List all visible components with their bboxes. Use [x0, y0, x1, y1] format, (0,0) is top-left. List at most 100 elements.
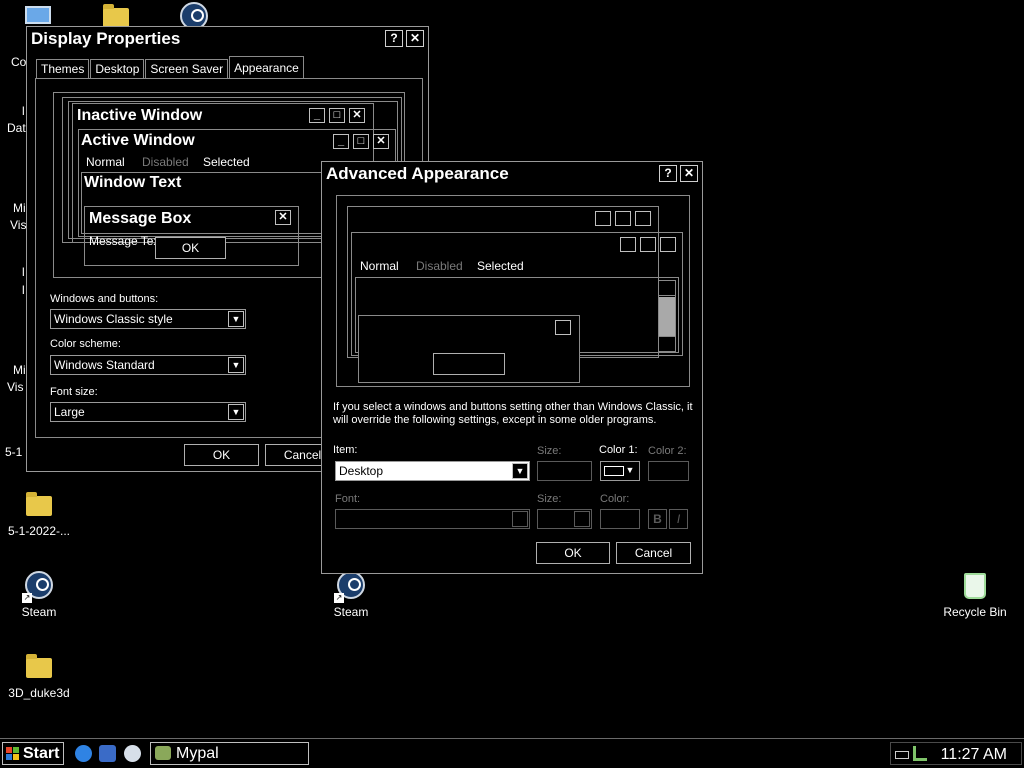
desktop-label-partial: 5-1	[5, 445, 23, 459]
scroll-thumb[interactable]	[659, 297, 675, 337]
close-button[interactable]: ✕	[406, 30, 424, 47]
tab-themes[interactable]: Themes	[36, 59, 90, 78]
desktop-label-partial: Mi	[13, 201, 26, 215]
close-icon: ✕	[349, 108, 365, 123]
help-button[interactable]: ?	[385, 30, 403, 47]
desktop-icon-steam-2[interactable]: ↗ Steam	[313, 571, 389, 619]
chevron-down-icon: ▼	[228, 311, 244, 327]
media-player-icon[interactable]	[99, 745, 116, 762]
size-label: Size:	[537, 445, 562, 457]
keyboard-icon[interactable]	[895, 751, 909, 759]
help-button[interactable]: ?	[659, 165, 677, 182]
message-text: Message Text	[89, 234, 163, 248]
menu-selected: Selected	[477, 259, 524, 273]
windows-buttons-label: Windows and buttons:	[50, 293, 159, 305]
window-titlebar[interactable]: Display Properties ? ✕	[27, 27, 428, 51]
minimize-icon: _	[309, 108, 325, 123]
size-spinner[interactable]	[537, 461, 592, 481]
font-size-value: Large	[54, 405, 85, 419]
color-scheme-value: Windows Standard	[54, 358, 155, 372]
font-size-label: Font size:	[50, 386, 98, 398]
desktop-label-partial: Dat	[7, 121, 26, 135]
maximize-icon: □	[329, 108, 345, 123]
color1-picker[interactable]: ▼	[600, 461, 640, 481]
color2-label: Color 2:	[648, 445, 687, 457]
tab-bar: Themes Desktop Screen Saver Appearance	[36, 56, 305, 78]
font-size-select[interactable]	[537, 509, 592, 529]
advanced-preview: Normal Disabled Selected	[336, 195, 690, 387]
media-icon[interactable]	[124, 745, 141, 762]
tab-desktop[interactable]: Desktop	[90, 59, 145, 78]
desktop-label-partial: l	[22, 265, 25, 279]
desktop-icon-label: Steam	[21, 605, 57, 619]
desktop-icon-folder-2022[interactable]: 5-1-2022-...	[1, 490, 77, 538]
font-color-label: Color:	[600, 493, 630, 505]
active-window-title: Active Window	[81, 132, 195, 149]
preview-ok-button	[433, 353, 505, 375]
font-select[interactable]	[335, 509, 530, 529]
message-box-preview: Message Box ✕ Message Text OK	[84, 206, 299, 266]
scrollbar[interactable]	[658, 280, 676, 352]
menu-disabled: Disabled	[416, 259, 463, 273]
desktop-label-partial: Vis	[10, 218, 27, 232]
color-scheme-label: Color scheme:	[50, 338, 121, 350]
windows-buttons-select[interactable]: Windows Classic style ▼	[50, 309, 246, 329]
chevron-down-icon	[512, 511, 528, 527]
menu-disabled: Disabled	[142, 155, 189, 169]
ok-button[interactable]: OK	[184, 444, 259, 466]
tab-screen-saver[interactable]: Screen Saver	[145, 59, 229, 78]
scroll-up-arrow[interactable]	[659, 281, 675, 296]
window-title: Display Properties	[31, 29, 181, 48]
close-icon: ✕	[373, 134, 389, 149]
message-ok-button: OK	[155, 237, 226, 259]
chevron-down-icon	[574, 511, 590, 527]
desktop-label-partial: l	[22, 104, 25, 118]
cancel-button[interactable]: Cancel	[616, 542, 691, 564]
windows-buttons-value: Windows Classic style	[54, 312, 173, 326]
window-titlebar[interactable]: Advanced Appearance ? ✕	[322, 162, 702, 186]
close-icon	[635, 211, 651, 226]
desktop-icon-label: Recycle Bin	[943, 605, 1007, 619]
desktop-icon-duke3d[interactable]: 3D_duke3d	[1, 652, 77, 700]
desktop-label-partial: Vis	[7, 380, 24, 394]
folder-icon	[24, 490, 54, 520]
taskbar-button-mypal[interactable]: Mypal	[150, 742, 309, 765]
desktop-label-partial: Co	[11, 55, 27, 69]
item-label: Item:	[333, 444, 358, 456]
minimize-icon	[595, 211, 611, 226]
italic-button[interactable]: I	[669, 509, 688, 529]
desktop-icon-steam[interactable]: ↗ Steam	[1, 571, 77, 619]
desktop-label-partial: l	[22, 283, 25, 297]
maximize-icon: □	[353, 134, 369, 149]
desktop-label-partial: Mi	[13, 363, 26, 377]
font-color-picker[interactable]	[600, 509, 640, 529]
window-title: Advanced Appearance	[326, 164, 509, 183]
inactive-window-title: Inactive Window	[77, 107, 203, 124]
tab-appearance[interactable]: Appearance	[229, 56, 304, 78]
desktop-icon-label: 5-1-2022-...	[7, 524, 71, 538]
close-icon	[660, 237, 676, 252]
close-button[interactable]: ✕	[680, 165, 698, 182]
ok-button[interactable]: OK	[536, 542, 610, 564]
steam-icon: ↗	[22, 571, 54, 603]
desktop-icon-label: Steam	[333, 605, 369, 619]
item-select[interactable]: Desktop ▼	[335, 461, 530, 481]
color-scheme-select[interactable]: Windows Standard ▼	[50, 355, 246, 375]
font-size-select[interactable]: Large ▼	[50, 402, 246, 422]
desktop-icon-label: 3D_duke3d	[8, 686, 70, 700]
window-text: Window Text	[84, 174, 182, 191]
color2-picker[interactable]	[648, 461, 689, 481]
folder-icon	[24, 652, 54, 682]
bold-button[interactable]: B	[648, 509, 667, 529]
start-button[interactable]: Start	[2, 742, 64, 765]
internet-explorer-icon[interactable]	[75, 745, 92, 762]
steam-icon: ↗	[334, 571, 366, 603]
scroll-down-arrow[interactable]	[659, 336, 675, 351]
network-icon[interactable]	[913, 746, 927, 761]
clock[interactable]: 11:27 AM	[941, 746, 1007, 764]
menu-normal: Normal	[360, 259, 399, 273]
desktop-icon-recycle-bin[interactable]: Recycle Bin	[937, 571, 1013, 619]
chevron-down-icon: ▼	[228, 357, 244, 373]
system-tray: 11:27 AM	[890, 742, 1022, 765]
font-size-label: Size:	[537, 493, 562, 505]
